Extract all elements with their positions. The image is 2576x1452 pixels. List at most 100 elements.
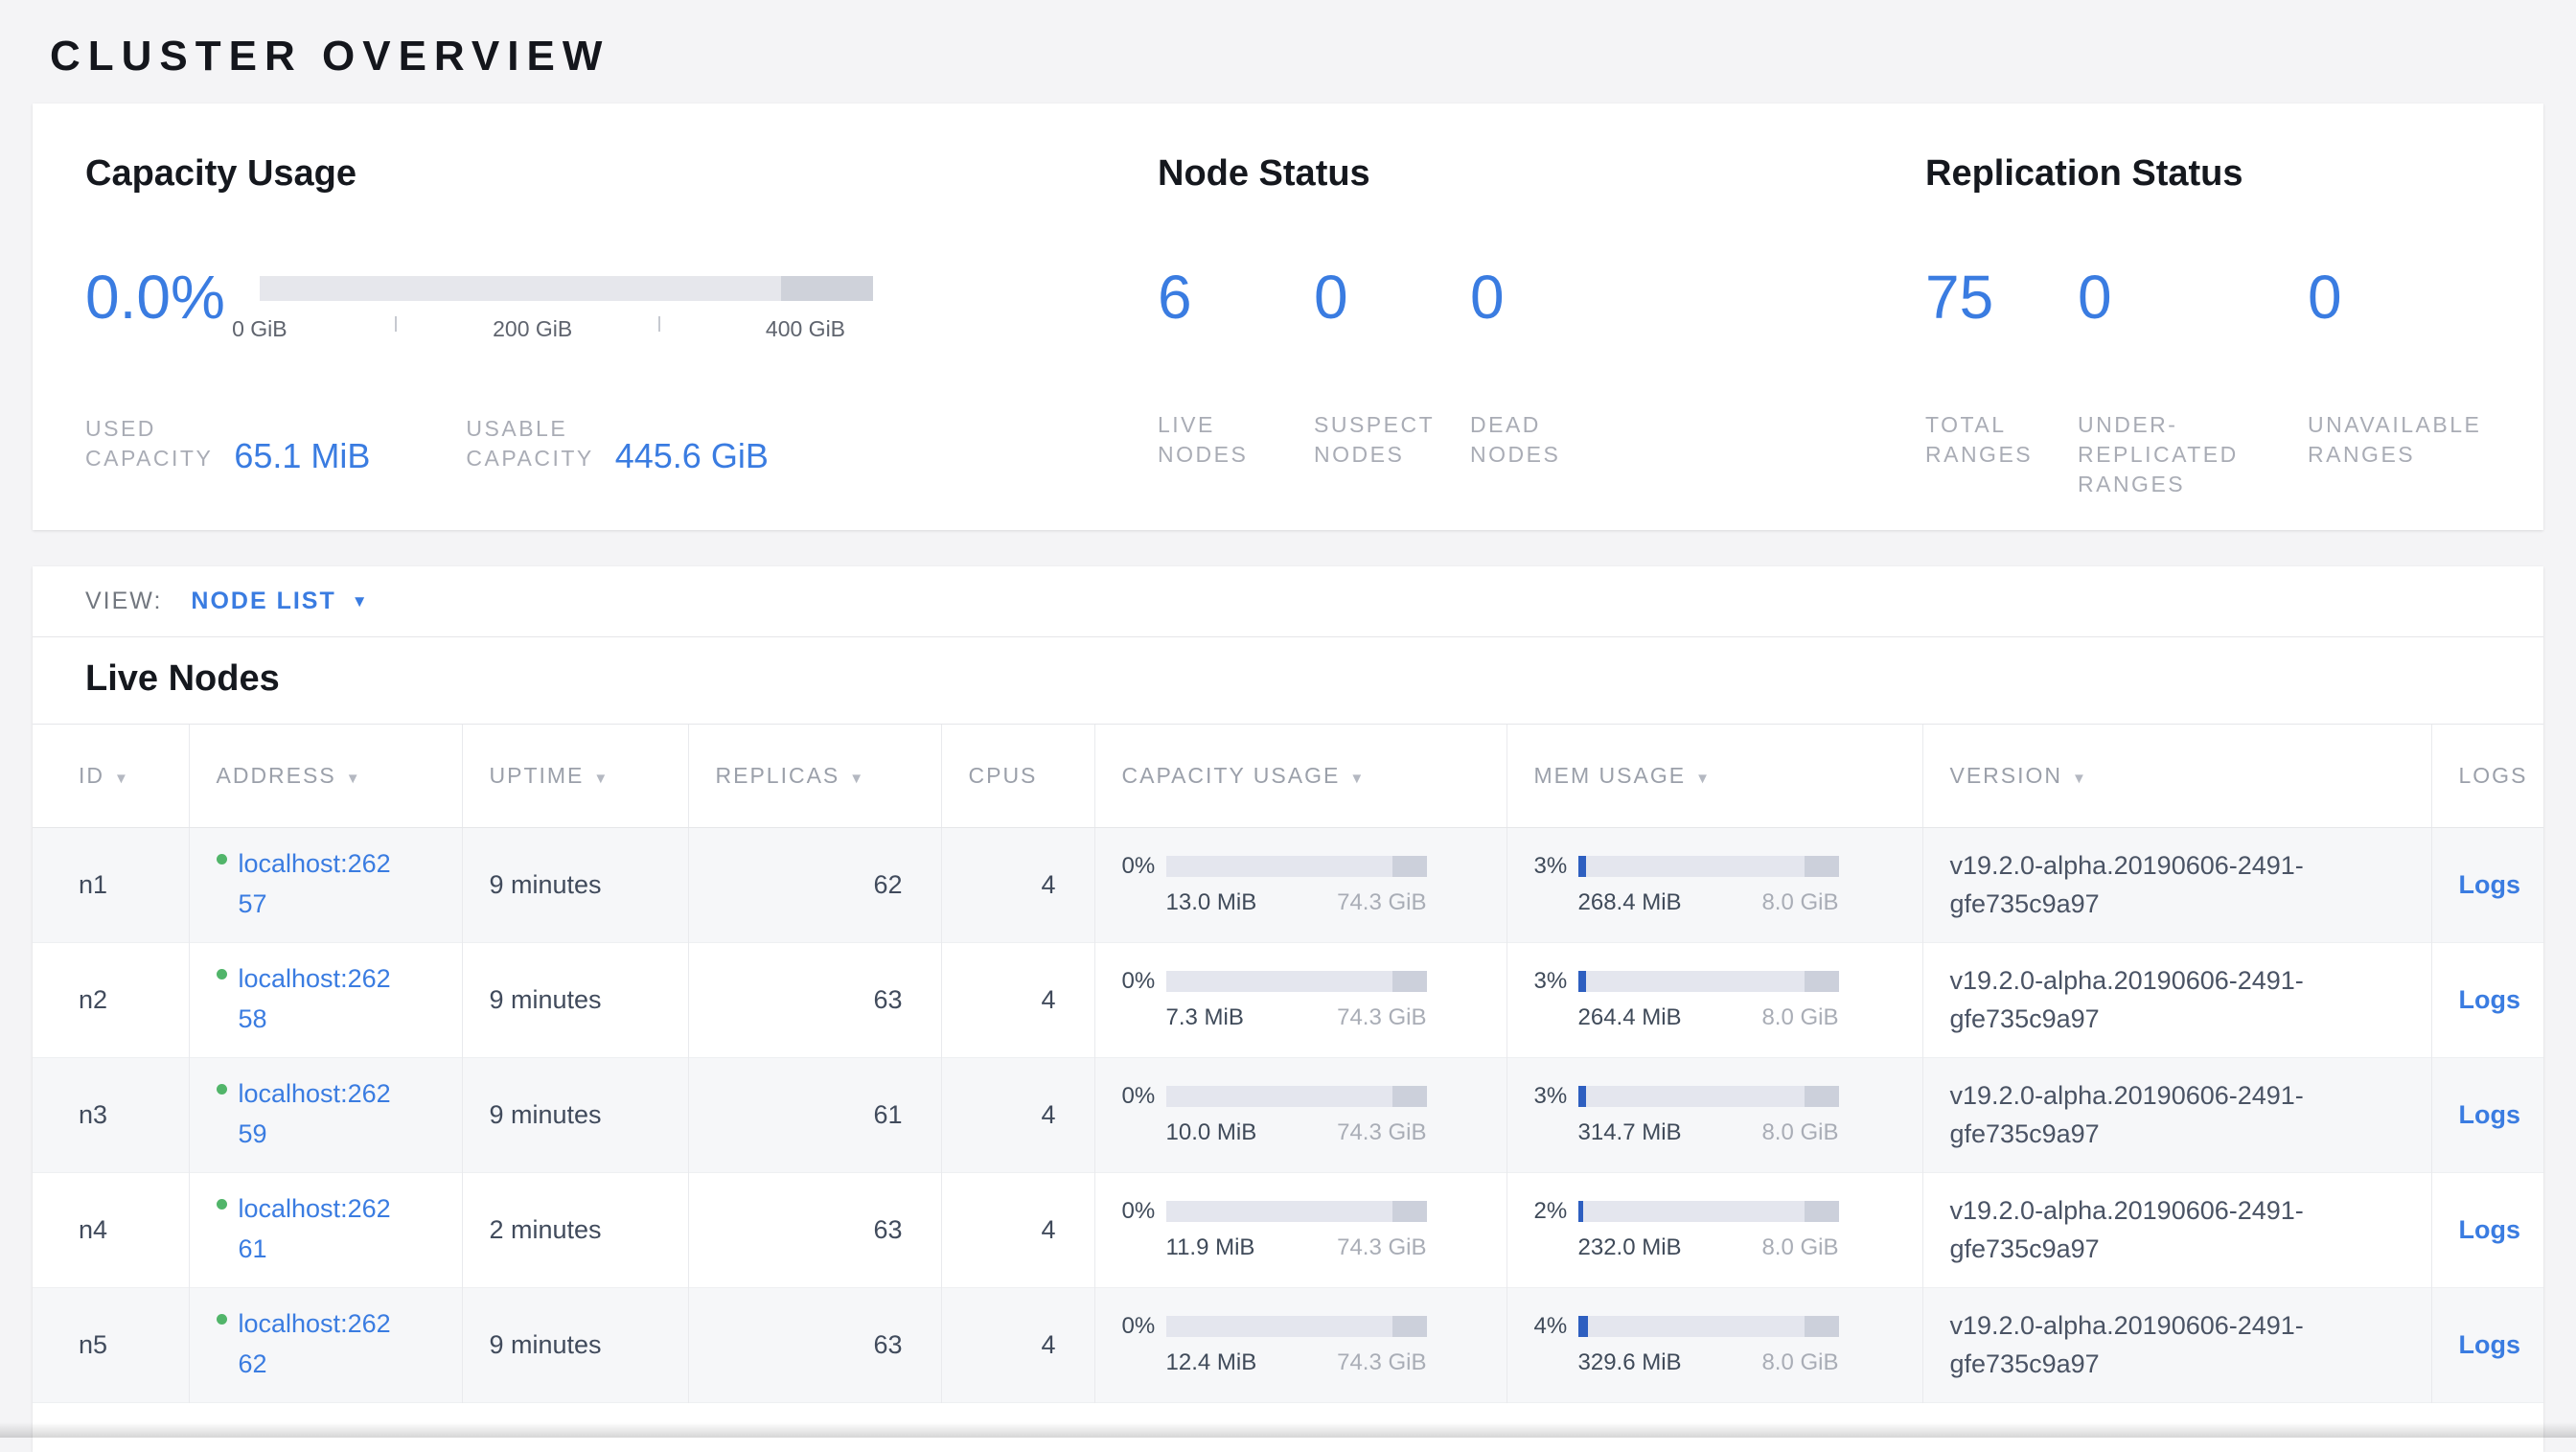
node-address-link[interactable]: localhost:26257 (239, 844, 405, 925)
node-mem-cell: 3% 264.4 MiB 8.0 GiB (1506, 942, 1922, 1057)
dead-nodes-count: 0 (1470, 266, 1560, 328)
node-cpus-cell: 4 (941, 1172, 1094, 1287)
capacity-percent: 0% (1122, 968, 1166, 995)
column-header-version[interactable]: VERSION▼ (1922, 724, 2431, 827)
column-header-replicas-label: REPLICAS (716, 763, 840, 788)
mem-usage-bar (1578, 1316, 1839, 1337)
under-replicated-ranges-count: 0 (2078, 266, 2308, 328)
capacity-percent: 0% (1122, 853, 1166, 880)
sort-icon: ▼ (1349, 771, 1366, 787)
view-selected-option: NODE LIST (191, 588, 335, 615)
node-address-cell: localhost:26257 (189, 827, 462, 942)
dead-nodes-label: DEAD NODES (1470, 410, 1560, 470)
dead-nodes-metric: 0 DEAD NODES (1470, 266, 1560, 470)
view-label: VIEW: (85, 588, 162, 615)
unavailable-ranges-count: 0 (2308, 266, 2481, 328)
node-version-cell: v19.2.0-alpha.20190606-2491-gfe735c9a97 (1922, 1287, 2431, 1402)
node-uptime-cell: 9 minutes (462, 827, 688, 942)
node-capacity-cell: 0% 11.9 MiB 74.3 GiB (1094, 1172, 1506, 1287)
node-address-link[interactable]: localhost:26262 (239, 1304, 405, 1385)
node-version-cell: v19.2.0-alpha.20190606-2491-gfe735c9a97 (1922, 1057, 2431, 1172)
logs-link[interactable]: Logs (2459, 1100, 2521, 1129)
node-uptime-cell: 9 minutes (462, 1287, 688, 1402)
column-header-mem-usage[interactable]: MEM USAGE▼ (1506, 724, 1922, 827)
node-id-cell: n3 (33, 1057, 189, 1172)
node-address-cell: localhost:26261 (189, 1172, 462, 1287)
column-header-replicas[interactable]: REPLICAS▼ (688, 724, 941, 827)
axis-tick-icon (658, 316, 660, 332)
view-selector-dropdown[interactable]: NODE LIST ▼ (191, 588, 367, 615)
node-capacity-cell: 0% 13.0 MiB 74.3 GiB (1094, 827, 1506, 942)
table-row: n4 localhost:26261 2 minutes 63 4 0% (33, 1172, 2543, 1287)
column-header-cpus[interactable]: CPUS (941, 724, 1094, 827)
node-logs-cell: Logs (2431, 1172, 2543, 1287)
axis-tick-icon (395, 316, 397, 332)
column-header-cpus-label: CPUS (969, 763, 1038, 788)
node-address-cell: localhost:26258 (189, 942, 462, 1057)
capacity-usage-title: Capacity Usage (85, 153, 1158, 196)
used-capacity-stat: USED CAPACITY 65.1 MiB (85, 414, 370, 473)
mem-total-value: 8.0 GiB (1761, 1234, 1838, 1261)
node-live-status-icon (217, 1314, 227, 1325)
logs-link[interactable]: Logs (2459, 1330, 2521, 1359)
mem-usage-bar (1578, 856, 1839, 877)
capacity-usage-bar (1166, 1316, 1427, 1337)
column-header-id[interactable]: ID▼ (33, 724, 189, 827)
node-live-status-icon (217, 854, 227, 864)
column-header-capacity-usage[interactable]: CAPACITY USAGE▼ (1094, 724, 1506, 827)
cluster-overview-page: CLUSTER OVERVIEW Capacity Usage 0.0% 0 G… (0, 0, 2576, 1452)
mem-used-value: 314.7 MiB (1578, 1119, 1682, 1146)
capacity-usage-bar (1166, 1201, 1427, 1222)
table-row: n1 localhost:26257 9 minutes 62 4 0% (33, 827, 2543, 942)
capacity-total-value: 74.3 GiB (1337, 1004, 1426, 1031)
suspect-nodes-metric: 0 SUSPECT NODES (1314, 266, 1470, 470)
node-address-link[interactable]: localhost:26258 (239, 959, 405, 1040)
column-header-address-label: ADDRESS (217, 763, 336, 788)
total-ranges-label: TOTAL RANGES (1925, 410, 2078, 470)
mem-usage-bar-fill (1578, 856, 1586, 877)
capacity-bar-chart: 0 GiB 200 GiB 400 GiB (260, 266, 873, 351)
sort-icon: ▼ (114, 771, 130, 787)
capacity-used-value: 11.9 MiB (1166, 1234, 1255, 1261)
mem-percent: 2% (1534, 1198, 1578, 1225)
live-nodes-title: Live Nodes (33, 637, 2543, 724)
capacity-total-value: 74.3 GiB (1337, 1234, 1426, 1261)
column-header-uptime[interactable]: UPTIME▼ (462, 724, 688, 827)
unavailable-ranges-metric: 0 UNAVAILABLE RANGES (2308, 266, 2481, 499)
usable-capacity-stat: USABLE CAPACITY 445.6 GiB (466, 414, 768, 473)
mem-usage-bar-fill (1578, 971, 1586, 992)
mem-usage-bar-fill (1578, 1201, 1583, 1222)
logs-link[interactable]: Logs (2459, 985, 2521, 1014)
node-uptime-cell: 9 minutes (462, 1057, 688, 1172)
capacity-axis: 0 GiB 200 GiB 400 GiB (260, 309, 873, 351)
column-header-address[interactable]: ADDRESS▼ (189, 724, 462, 827)
node-id-cell: n1 (33, 827, 189, 942)
mem-usage-bar (1578, 971, 1839, 992)
used-capacity-label: USED CAPACITY (85, 414, 213, 473)
capacity-used-value: 10.0 MiB (1166, 1119, 1257, 1146)
node-live-status-icon (217, 969, 227, 980)
under-replicated-ranges-label: UNDER- REPLICATED RANGES (2078, 410, 2308, 499)
capacity-used-percent: 0.0% (85, 266, 225, 328)
axis-label: 0 GiB (232, 316, 288, 342)
node-address-cell: localhost:26259 (189, 1057, 462, 1172)
node-address-link[interactable]: localhost:26259 (239, 1074, 405, 1155)
column-header-uptime-label: UPTIME (490, 763, 585, 788)
node-uptime-cell: 9 minutes (462, 942, 688, 1057)
node-logs-cell: Logs (2431, 827, 2543, 942)
live-nodes-count: 6 (1158, 266, 1314, 328)
logs-link[interactable]: Logs (2459, 870, 2521, 899)
node-mem-cell: 3% 268.4 MiB 8.0 GiB (1506, 827, 1922, 942)
node-list-card: VIEW: NODE LIST ▼ Live Nodes ID▼ ADDRESS (33, 566, 2543, 1452)
mem-used-value: 264.4 MiB (1578, 1004, 1682, 1031)
mem-usage-bar (1578, 1201, 1839, 1222)
column-header-version-label: VERSION (1950, 763, 2063, 788)
node-id-cell: n4 (33, 1172, 189, 1287)
node-address-link[interactable]: localhost:26261 (239, 1189, 405, 1270)
capacity-used-value: 13.0 MiB (1166, 889, 1257, 916)
axis-label: 200 GiB (493, 316, 572, 342)
mem-used-value: 268.4 MiB (1578, 889, 1682, 916)
logs-link[interactable]: Logs (2459, 1215, 2521, 1244)
node-logs-cell: Logs (2431, 942, 2543, 1057)
capacity-percent: 0% (1122, 1313, 1166, 1340)
